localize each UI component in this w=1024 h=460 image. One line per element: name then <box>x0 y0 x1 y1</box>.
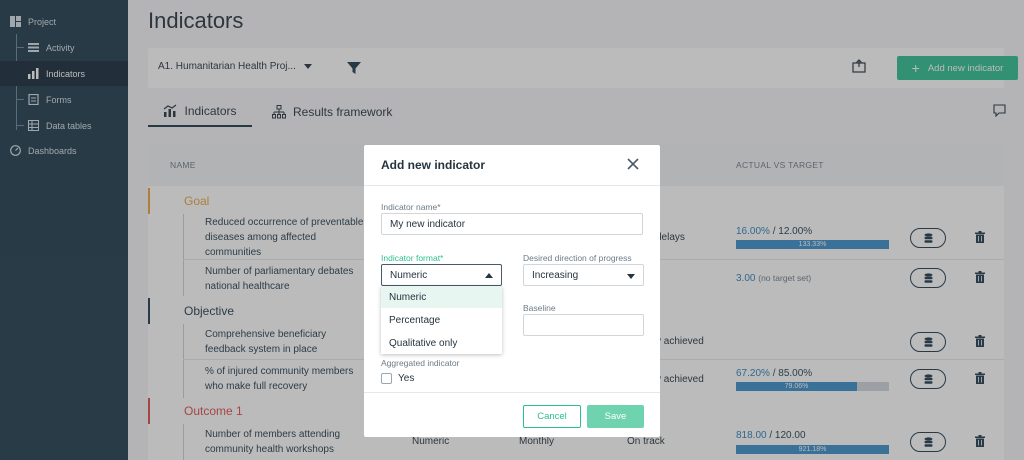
direction-value: Increasing <box>532 269 579 281</box>
format-dropdown-menu: Numeric Percentage Qualitative only <box>381 286 502 354</box>
chevron-up-icon <box>485 273 493 278</box>
indicator-name-input[interactable]: My new indicator <box>381 213 643 235</box>
modal-title: Add new indicator <box>381 158 486 172</box>
chevron-down-icon <box>627 274 635 279</box>
format-option-qualitative[interactable]: Qualitative only <box>381 332 502 354</box>
save-button[interactable]: Save <box>587 405 644 428</box>
direction-label: Desired direction of progress <box>523 253 632 263</box>
baseline-input[interactable] <box>523 314 644 336</box>
format-option-percentage[interactable]: Percentage <box>381 309 502 331</box>
modal-footer-divider <box>364 392 660 393</box>
aggregated-checkbox[interactable] <box>381 373 392 384</box>
aggregated-label: Aggregated indicator <box>381 358 460 368</box>
indicator-format-select[interactable]: Numeric <box>381 264 502 286</box>
direction-select[interactable]: Increasing <box>523 264 644 286</box>
add-indicator-modal: Add new indicator Indicator name* My new… <box>364 145 660 437</box>
cancel-button[interactable]: Cancel <box>523 405 581 428</box>
baseline-label: Baseline <box>523 303 556 313</box>
modal-header: Add new indicator <box>364 145 660 186</box>
aggregated-checkbox-label: Yes <box>398 373 415 384</box>
indicator-format-label: Indicator format* <box>381 253 444 263</box>
indicator-format-value: Numeric <box>390 269 428 281</box>
format-option-numeric[interactable]: Numeric <box>381 286 502 308</box>
indicator-name-label: Indicator name* <box>381 202 441 212</box>
close-icon[interactable] <box>626 157 640 171</box>
